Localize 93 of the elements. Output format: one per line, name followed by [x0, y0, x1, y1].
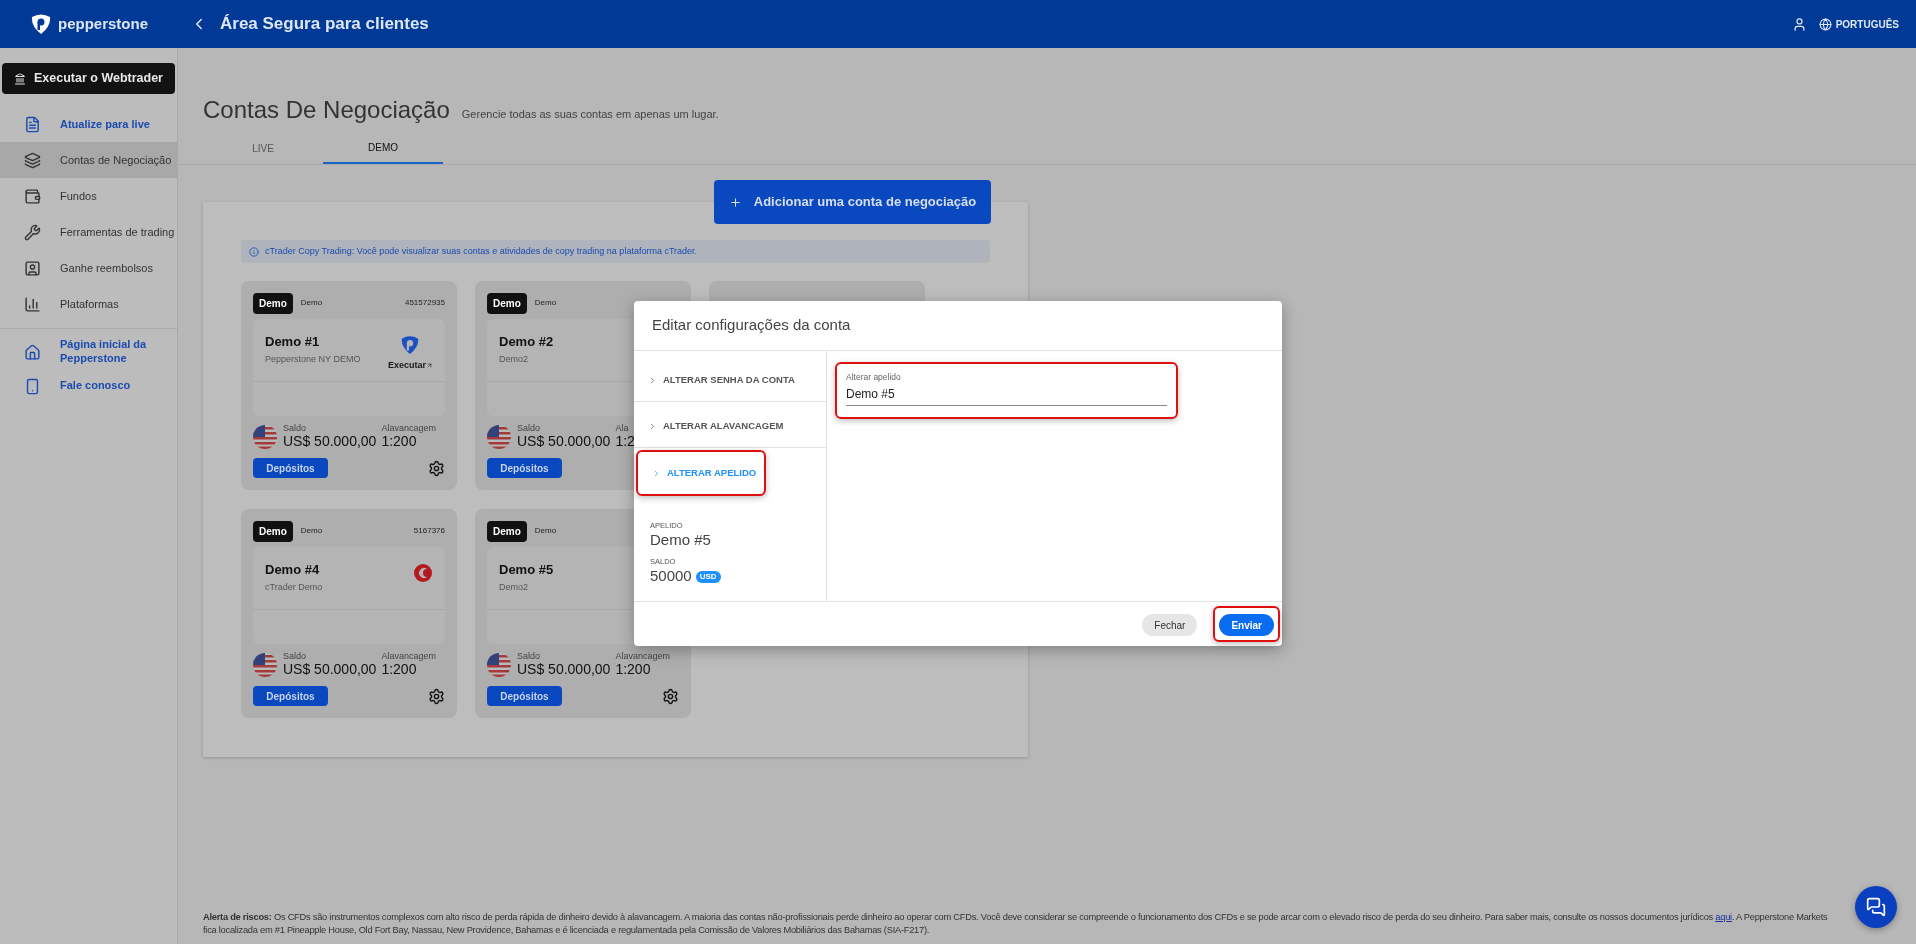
- chat-button[interactable]: [1855, 886, 1897, 928]
- user-icon[interactable]: [1791, 16, 1807, 32]
- account-type: Demo: [534, 297, 557, 309]
- settings-menu-item[interactable]: ALTERAR ALAVANCAGEM: [634, 406, 826, 448]
- nav-icon: [24, 377, 41, 395]
- legal-link[interactable]: aqui: [1715, 912, 1732, 922]
- chevron-icon: [648, 422, 657, 431]
- account-name: Demo #4: [265, 563, 321, 576]
- flag-icon: [487, 653, 511, 678]
- settings-menu-item[interactable]: ALTERAR SENHA DA CONTA: [634, 360, 826, 402]
- external-link-icon: [426, 362, 433, 370]
- sidebar-link[interactable]: Página inicial da Pepperstone: [0, 335, 177, 369]
- leverage-label: Alavancagem: [615, 652, 670, 661]
- account-server: Demo2: [499, 355, 529, 364]
- add-account-button[interactable]: Adicionar uma conta de negociação: [714, 180, 991, 224]
- settings-icon[interactable]: [662, 687, 679, 705]
- leverage-value: 1:200: [615, 661, 652, 679]
- currency-badge: USD: [695, 570, 721, 583]
- account-server: cTrader Demo: [265, 583, 323, 592]
- balance-value: US$ 50.000,00: [517, 661, 611, 679]
- building-icon: [14, 72, 26, 85]
- sidebar-item[interactable]: Contas de Negociação: [0, 142, 177, 178]
- leverage-label: Alavancagem: [381, 424, 436, 433]
- leverage-label: Alavancagem: [381, 652, 436, 661]
- nav-icon: [24, 115, 41, 133]
- account-name: Demo #2: [499, 335, 554, 348]
- account-name: Demo #1: [265, 335, 321, 348]
- account-badge: Demo: [253, 520, 293, 542]
- settings-icon[interactable]: [428, 687, 445, 705]
- deposits-button[interactable]: Depósitos: [253, 458, 328, 478]
- nav-icon: [24, 151, 41, 169]
- tab[interactable]: DEMO: [323, 132, 443, 164]
- info-icon: [249, 246, 259, 257]
- brand-name: pepperstone: [58, 13, 148, 34]
- globe-icon: [1818, 17, 1832, 31]
- settings-icon[interactable]: [428, 459, 445, 477]
- leverage-value: 1:200: [381, 433, 418, 451]
- logo-icon: [30, 13, 52, 35]
- chevron-icon: [648, 376, 657, 385]
- nickname-field[interactable]: Demo #5: [846, 383, 1167, 406]
- platform-logo-icon: [400, 335, 421, 355]
- page-subtitle: Gerencie todas as suas contas em apenas um lugar.: [461, 106, 719, 122]
- page-heading: Área Segura para clientes: [220, 13, 429, 36]
- launch-link[interactable]: Executar: [387, 359, 433, 373]
- nav-icon: [24, 259, 41, 277]
- platform-logo-icon: [413, 563, 433, 583]
- deposits-button[interactable]: Depósitos: [253, 686, 328, 706]
- tab[interactable]: LIVE: [203, 132, 323, 164]
- account-badge: Demo: [253, 292, 293, 314]
- balance-label: Saldo: [283, 424, 308, 433]
- deposits-button[interactable]: Depósitos: [487, 458, 562, 478]
- account-server: Pepperstone NY DEMO: [265, 355, 361, 364]
- settings-menu-item[interactable]: ALTERAR APELIDO: [638, 452, 764, 494]
- submit-button[interactable]: Enviar: [1219, 614, 1274, 637]
- balance-label: Saldo: [283, 652, 308, 661]
- field-label: Alterar apelido: [846, 371, 902, 384]
- language-button[interactable]: PORTUGUÊS: [1818, 16, 1899, 32]
- page-title: Contas De Negociação: [203, 98, 450, 122]
- dialog-title: Editar configurações da conta: [652, 315, 851, 336]
- plus-icon: [728, 195, 742, 209]
- balance-value: US$ 50.000,00: [283, 433, 377, 451]
- webtrader-button[interactable]: Executar o Webtrader: [2, 63, 175, 94]
- sidebar-link[interactable]: Fale conosco: [0, 369, 177, 403]
- leverage-value: 1:200: [381, 661, 418, 679]
- balance-value: US$ 50.000,00: [283, 661, 377, 679]
- info-text: cTrader Copy Trading: Você pode visualizar suas contas e atividades de copy trading na plataforma cTrader.: [265, 244, 698, 258]
- leverage-label: Ala: [615, 424, 630, 433]
- balance-value: US$ 50.000,00: [517, 433, 611, 451]
- account-badge: Demo: [487, 520, 527, 542]
- account-number: 5167376: [413, 525, 445, 537]
- account-number: 451572935: [404, 297, 445, 309]
- account-type: Demo: [534, 525, 557, 537]
- nickname-value: Demo #5: [650, 531, 712, 550]
- account-type: Demo: [300, 297, 323, 309]
- leverage-value: 1:2: [615, 433, 635, 451]
- nav-icon: [24, 295, 41, 313]
- nav-icon: [24, 223, 41, 241]
- nav-icon: [24, 343, 41, 361]
- balance-label: Saldo: [517, 652, 542, 661]
- flag-icon: [253, 425, 277, 450]
- account-name: Demo #5: [499, 563, 554, 576]
- nav-icon: [24, 187, 41, 205]
- deposits-button[interactable]: Depósitos: [487, 686, 562, 706]
- flag-icon: [253, 653, 277, 678]
- account-type: Demo: [300, 525, 323, 537]
- account-badge: Demo: [487, 292, 527, 314]
- flag-icon: [487, 425, 511, 450]
- close-button[interactable]: Fechar: [1142, 614, 1198, 637]
- balance-value: 50000: [650, 567, 692, 586]
- chat-icon: [1866, 897, 1886, 917]
- account-server: Demo2: [499, 583, 529, 592]
- chevron-icon: [652, 468, 661, 478]
- balance-label: Saldo: [517, 424, 542, 433]
